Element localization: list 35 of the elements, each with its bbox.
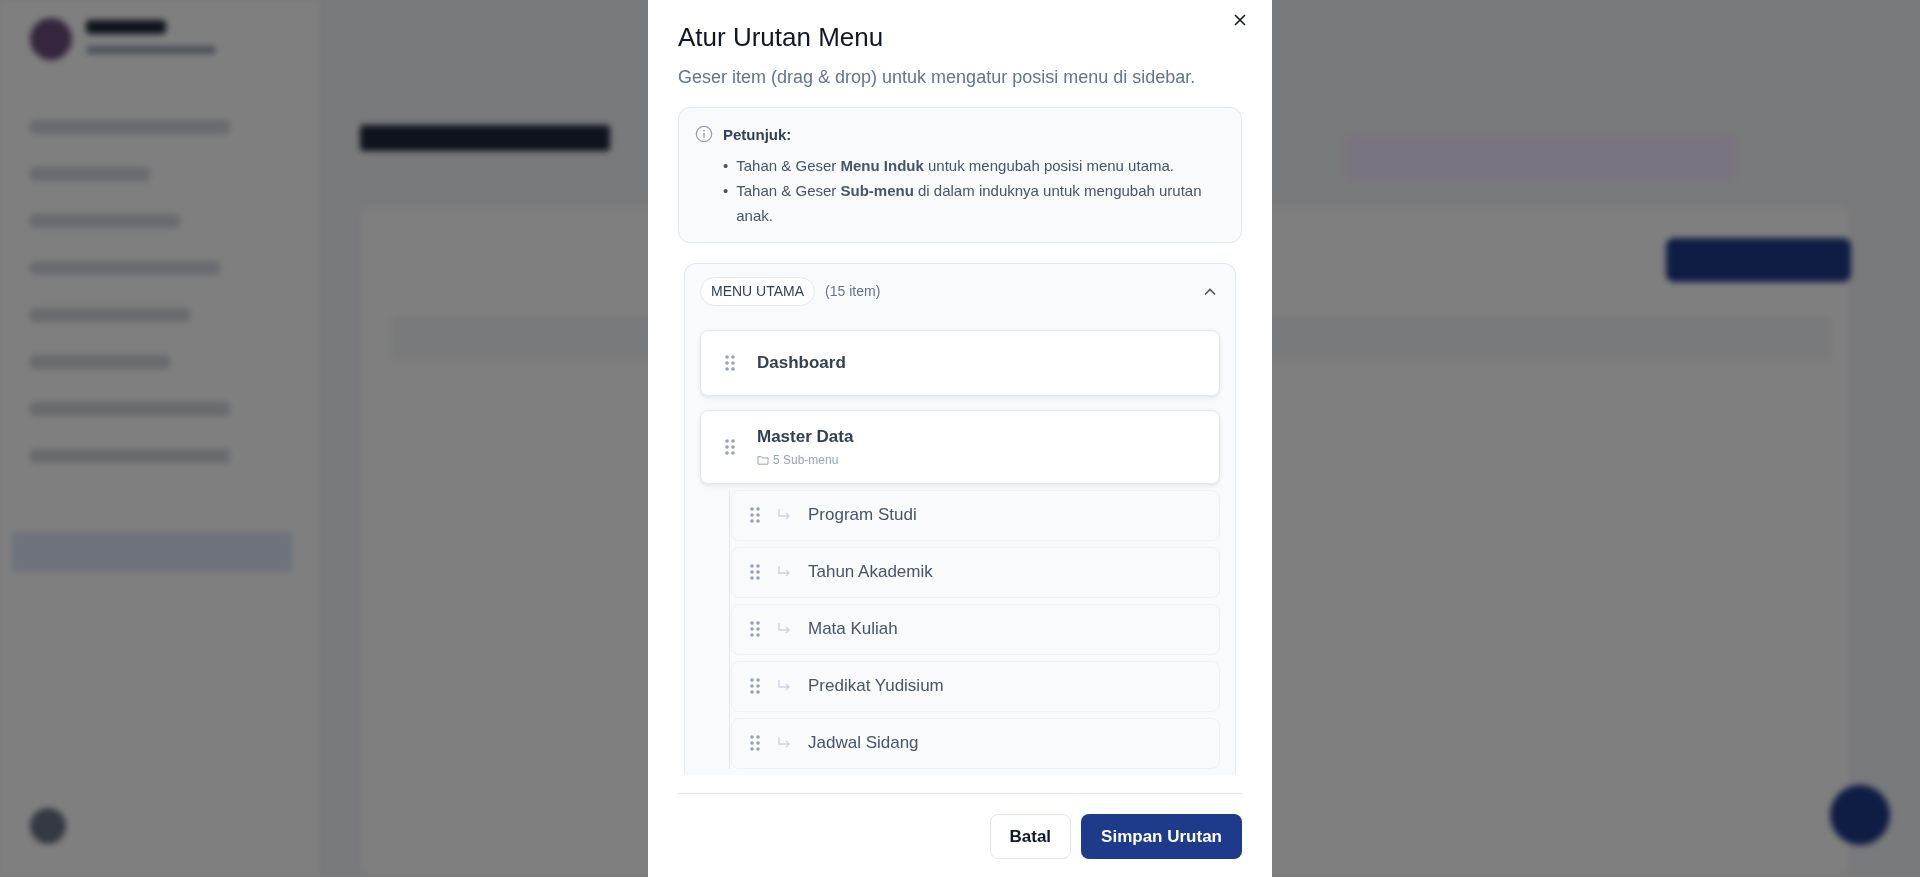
hint-text: Tahan & Geser Menu Induk untuk mengubah posisi menu utama. — [736, 155, 1174, 176]
submenu-label: Program Studi — [808, 504, 917, 527]
menu-item-label: Master Data — [757, 425, 854, 448]
submenu-label: Predikat Yudisium — [808, 675, 944, 698]
bullet: • — [723, 180, 729, 201]
item-count: (15 item) — [825, 282, 881, 301]
submenu-count: 5 Sub-menu — [773, 452, 839, 470]
menu-item-label: Dashboard — [757, 351, 846, 374]
save-button[interactable]: Simpan Urutan — [1081, 814, 1242, 859]
folder-icon — [757, 455, 769, 466]
bullet: • — [723, 155, 729, 176]
info-icon — [695, 125, 713, 143]
menu-item-card[interactable]: Dashboard — [700, 329, 1220, 396]
hint-text: Tahan & Geser Sub-menu di dalam induknya untuk mengubah urutan anak. — [736, 180, 1203, 226]
submenu-item[interactable]: Program Studi — [731, 489, 1220, 541]
menu-item-card[interactable]: Master Data 5 Sub-menu — [700, 409, 1220, 484]
drag-handle-icon[interactable] — [750, 621, 760, 637]
submenu-label: Mata Kuliah — [808, 618, 898, 641]
drag-handle-icon[interactable] — [725, 354, 735, 371]
submenu-label: Jadwal Sidang — [808, 732, 919, 755]
drag-handle-icon[interactable] — [750, 678, 760, 694]
drag-handle-icon[interactable] — [750, 735, 760, 751]
submenu-label: Tahun Akademik — [808, 561, 933, 584]
submenu-item[interactable]: Tahun Akademik — [731, 546, 1220, 598]
section-badge: MENU UTAMA — [700, 277, 816, 306]
hint-title: Petunjuk: — [723, 125, 792, 145]
modal-title: Atur Urutan Menu — [678, 21, 884, 54]
submenu-item[interactable]: Predikat Yudisium — [731, 660, 1220, 712]
drag-handle-icon[interactable] — [725, 438, 735, 455]
cancel-button[interactable]: Batal — [989, 814, 1072, 859]
drag-handle-icon[interactable] — [750, 507, 760, 523]
modal-subtitle: Geser item (drag & drop) untuk mengatur posisi menu di sidebar. — [678, 66, 1196, 89]
submenu-item[interactable]: Jadwal Sidang — [731, 717, 1220, 769]
submenu-item[interactable]: Mata Kuliah — [731, 603, 1220, 655]
drag-handle-icon[interactable] — [750, 564, 760, 580]
